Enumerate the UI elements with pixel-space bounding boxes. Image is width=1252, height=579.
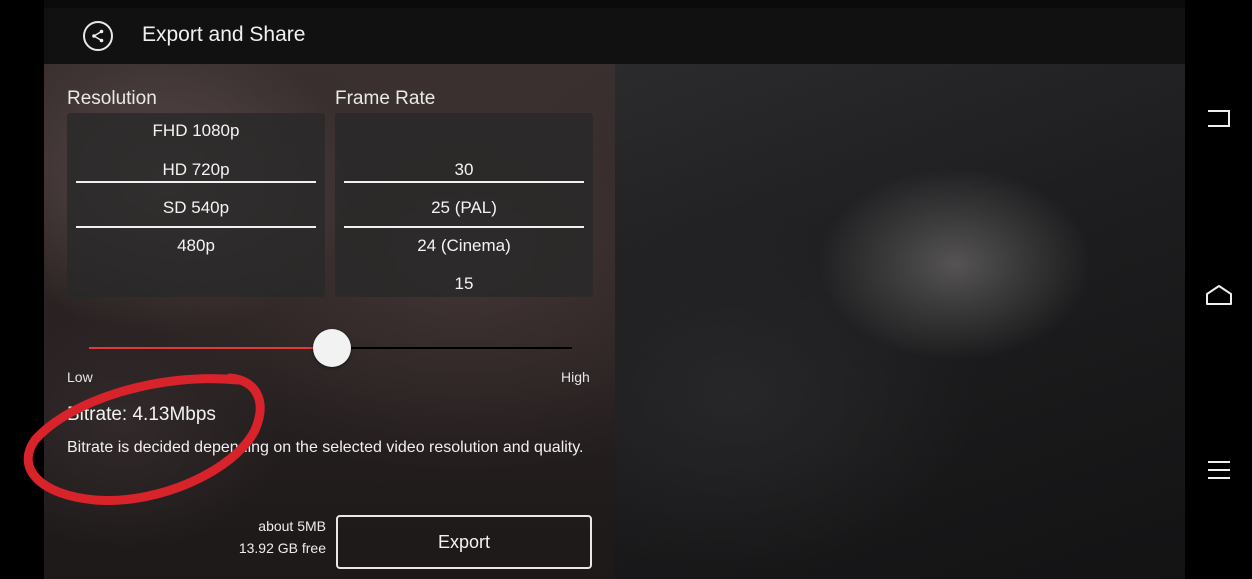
resolution-label: Resolution: [67, 88, 157, 109]
resolution-option-selected[interactable]: SD 540p: [67, 198, 325, 218]
picker-selection-line: [344, 226, 584, 228]
frame-rate-option-selected[interactable]: 25 (PAL): [335, 198, 593, 218]
nav-menu-icon: [1208, 461, 1230, 479]
slider-high-label: High: [561, 369, 590, 385]
nav-menu-button[interactable]: [1201, 452, 1237, 488]
bitrate-note: Bitrate is decided depending on the sele…: [67, 439, 584, 456]
nav-home-icon: [1206, 285, 1232, 305]
page-title: Export and Share: [142, 23, 306, 46]
frame-rate-option[interactable]: 30: [335, 160, 593, 180]
quality-slider-track[interactable]: [332, 347, 572, 349]
picker-selection-line: [76, 181, 316, 183]
frame-rate-option[interactable]: 24 (Cinema): [335, 236, 593, 256]
picker-selection-line: [344, 181, 584, 183]
video-preview: [615, 64, 1185, 579]
resolution-picker[interactable]: FHD 1080p HD 720p SD 540p 480p: [67, 113, 325, 297]
nav-home-button[interactable]: [1201, 277, 1237, 313]
resolution-option[interactable]: FHD 1080p: [67, 121, 325, 141]
left-edge: [0, 0, 44, 579]
nav-back-button[interactable]: [1201, 100, 1237, 136]
share-back-button[interactable]: [83, 21, 113, 51]
export-button[interactable]: Export: [336, 515, 592, 569]
frame-rate-picker[interactable]: 30 25 (PAL) 24 (Cinema) 15: [335, 113, 593, 297]
share-back-icon: [92, 29, 104, 43]
export-size-info: about 5MB 13.92 GB free: [200, 515, 326, 559]
frame-rate-option[interactable]: 15: [335, 274, 593, 294]
picker-selection-line: [76, 226, 316, 228]
free-space: 13.92 GB free: [238, 540, 326, 556]
quality-slider-fill[interactable]: [89, 347, 332, 349]
resolution-option[interactable]: 480p: [67, 236, 325, 256]
resolution-option[interactable]: HD 720p: [67, 160, 325, 180]
app-header: Export and Share: [44, 8, 1185, 64]
nav-back-icon: [1208, 110, 1230, 127]
system-navbar: [1185, 0, 1252, 579]
frame-rate-label: Frame Rate: [335, 88, 436, 109]
quality-slider-thumb[interactable]: [313, 329, 351, 367]
bitrate-value: Bitrate: 4.13Mbps: [67, 404, 216, 425]
slider-low-label: Low: [67, 369, 93, 385]
size-estimate: about 5MB: [258, 518, 326, 534]
